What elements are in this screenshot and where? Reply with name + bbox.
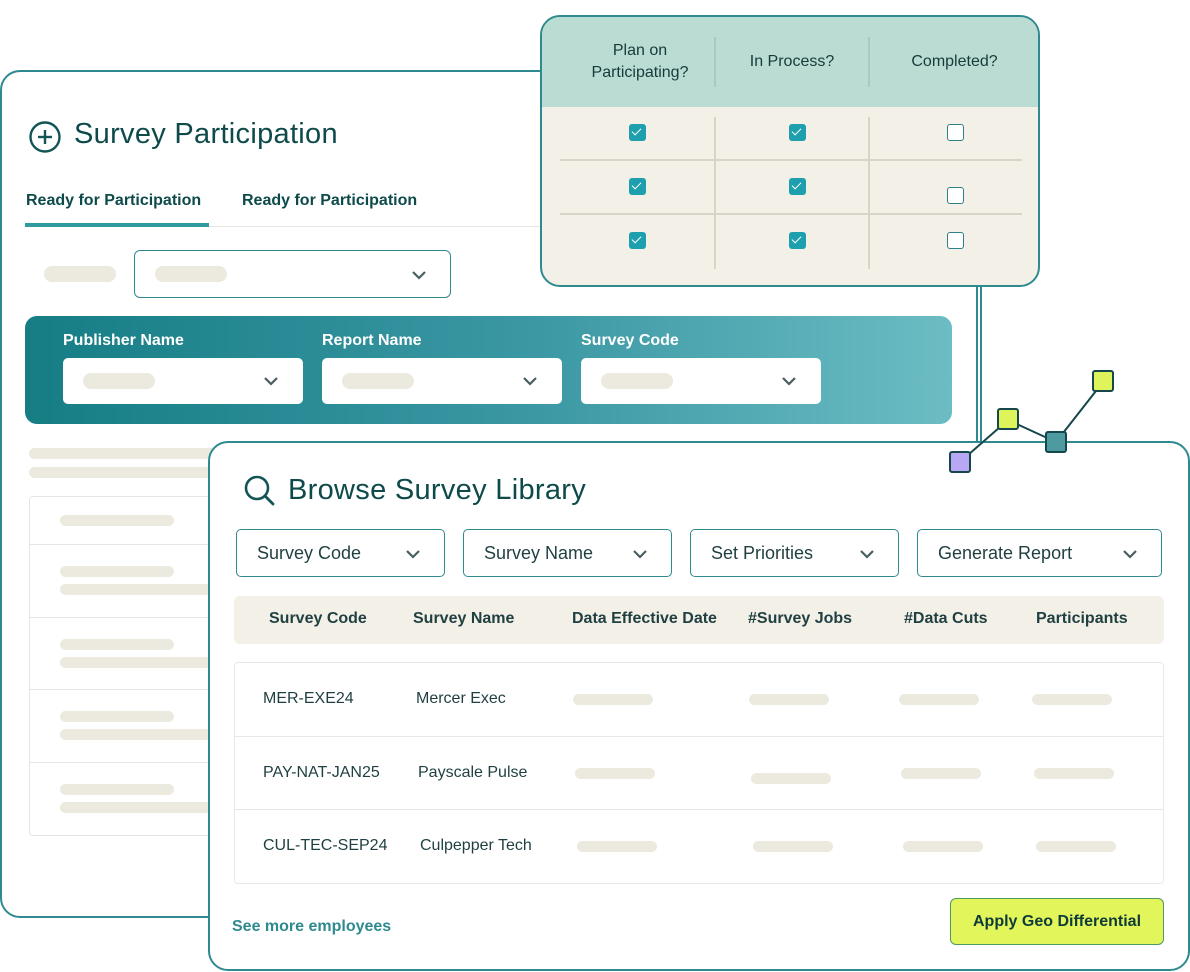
col-survey-name[interactable]: Survey Name	[413, 610, 514, 628]
plus-circle-icon[interactable]	[28, 120, 62, 154]
tab-ready-for-participation[interactable]: Ready for Participation	[26, 192, 201, 210]
completed-checkbox-3[interactable]	[947, 232, 964, 249]
list-item	[60, 729, 220, 740]
chevron-down-icon	[860, 550, 874, 559]
lime-node-2	[1092, 370, 1114, 392]
in-process-checkbox-2[interactable]	[789, 178, 806, 195]
cell-placeholder	[577, 841, 657, 852]
text-placeholder	[29, 467, 219, 478]
text-placeholder	[29, 448, 219, 459]
status-table-header: Plan on Participating? In Process? Compl…	[542, 17, 1038, 107]
list-item	[60, 515, 174, 526]
search-icon[interactable]	[242, 473, 276, 507]
filter-label: Generate Report	[938, 543, 1073, 563]
survey-code-cell: CUL-TEC-SEP24	[263, 837, 388, 854]
survey-code-filter[interactable]: Survey Code	[236, 529, 445, 577]
plan-checkbox-2[interactable]	[629, 178, 646, 195]
survey-name-cell: Payscale Pulse	[418, 764, 528, 781]
chevron-down-icon	[406, 550, 420, 559]
chevron-down-icon	[782, 377, 796, 386]
completed-checkbox-1[interactable]	[947, 124, 964, 141]
filter-label: Survey Code	[257, 543, 362, 563]
completed-header: Completed?	[911, 53, 998, 70]
value-placeholder	[83, 373, 155, 389]
publisher-name-dropdown[interactable]	[63, 358, 303, 404]
list-item	[60, 639, 174, 650]
tab-ready-for-participation-2[interactable]: Ready for Participation	[242, 192, 417, 210]
value-placeholder	[155, 266, 227, 282]
table-row[interactable]: CUL-TEC-SEP24 Culpepper Tech	[235, 809, 1163, 883]
survey-name-cell: Mercer Exec	[416, 690, 506, 707]
report-name-dropdown[interactable]	[322, 358, 562, 404]
in-process-checkbox-3[interactable]	[789, 232, 806, 249]
plan-on-participating-header: Plan on Participating?	[591, 42, 689, 81]
generate-report-filter[interactable]: Generate Report	[917, 529, 1162, 577]
survey-code-dropdown[interactable]	[581, 358, 821, 404]
chevron-down-icon	[264, 377, 278, 386]
plan-checkbox-1[interactable]	[629, 124, 646, 141]
survey-code-label: Survey Code	[581, 332, 679, 349]
cell-placeholder	[751, 773, 831, 784]
participation-list	[29, 496, 229, 836]
chevron-down-icon	[523, 377, 537, 386]
plan-checkbox-3[interactable]	[629, 232, 646, 249]
library-title: Browse Survey Library	[288, 474, 587, 506]
participation-status-card: Plan on Participating? In Process? Compl…	[540, 15, 1040, 287]
filter-label: Set Priorities	[711, 543, 814, 563]
page-title: Survey Participation	[74, 118, 338, 150]
col-survey-code[interactable]: Survey Code	[269, 610, 367, 628]
chevron-down-icon	[1123, 550, 1137, 559]
survey-name-cell: Culpepper Tech	[420, 837, 532, 854]
col-data-effective-date[interactable]: Data Effective Date	[572, 610, 717, 628]
filter-dropdown[interactable]	[134, 250, 451, 298]
cell-placeholder	[573, 694, 653, 705]
col-survey-jobs[interactable]: #Survey Jobs	[748, 610, 852, 628]
table-row[interactable]: PAY-NAT-JAN25 Payscale Pulse	[235, 736, 1163, 810]
value-placeholder	[342, 373, 414, 389]
survey-code-cell: PAY-NAT-JAN25	[263, 764, 380, 781]
list-item	[60, 711, 174, 722]
cell-placeholder	[749, 694, 829, 705]
cell-placeholder	[575, 768, 655, 779]
chevron-down-icon	[412, 271, 426, 280]
cell-placeholder	[753, 841, 833, 852]
col-participants[interactable]: Participants	[1036, 610, 1128, 628]
survey-code-cell: MER-EXE24	[263, 690, 354, 707]
see-more-link[interactable]: See more employees	[232, 918, 391, 936]
set-priorities-filter[interactable]: Set Priorities	[690, 529, 899, 577]
table-row[interactable]: MER-EXE24 Mercer Exec	[235, 663, 1163, 736]
value-placeholder	[601, 373, 673, 389]
browse-survey-library-card: Browse Survey Library Survey Code Survey…	[208, 441, 1190, 971]
purple-node	[949, 451, 971, 473]
list-item	[60, 784, 174, 795]
filter-band: Publisher Name Report Name Survey Code	[25, 316, 952, 424]
list-item	[60, 802, 220, 813]
list-item	[60, 657, 220, 668]
filter-label: Survey Name	[484, 543, 594, 563]
report-name-label: Report Name	[322, 332, 422, 349]
cell-placeholder	[901, 768, 981, 779]
in-process-checkbox-1[interactable]	[789, 124, 806, 141]
completed-checkbox-2[interactable]	[947, 187, 964, 204]
lime-node	[997, 408, 1019, 430]
cell-placeholder	[1032, 694, 1112, 705]
cell-placeholder	[1034, 768, 1114, 779]
list-item	[60, 584, 220, 595]
survey-name-filter[interactable]: Survey Name	[463, 529, 672, 577]
library-table-body: MER-EXE24 Mercer Exec PAY-NAT-JAN25 Pays…	[234, 662, 1164, 884]
publisher-name-label: Publisher Name	[63, 332, 184, 349]
cell-placeholder	[1036, 841, 1116, 852]
cell-placeholder	[903, 841, 983, 852]
chevron-down-icon	[633, 550, 647, 559]
teal-node	[1045, 431, 1067, 453]
label-placeholder	[44, 266, 116, 282]
cell-placeholder	[899, 694, 979, 705]
list-item	[60, 566, 174, 577]
active-tab-indicator	[25, 223, 209, 227]
library-table-header: Survey Code Survey Name Data Effective D…	[234, 596, 1164, 644]
apply-geo-differential-button[interactable]: Apply Geo Differential	[950, 898, 1164, 945]
in-process-header: In Process?	[749, 53, 835, 70]
col-data-cuts[interactable]: #Data Cuts	[904, 610, 988, 628]
